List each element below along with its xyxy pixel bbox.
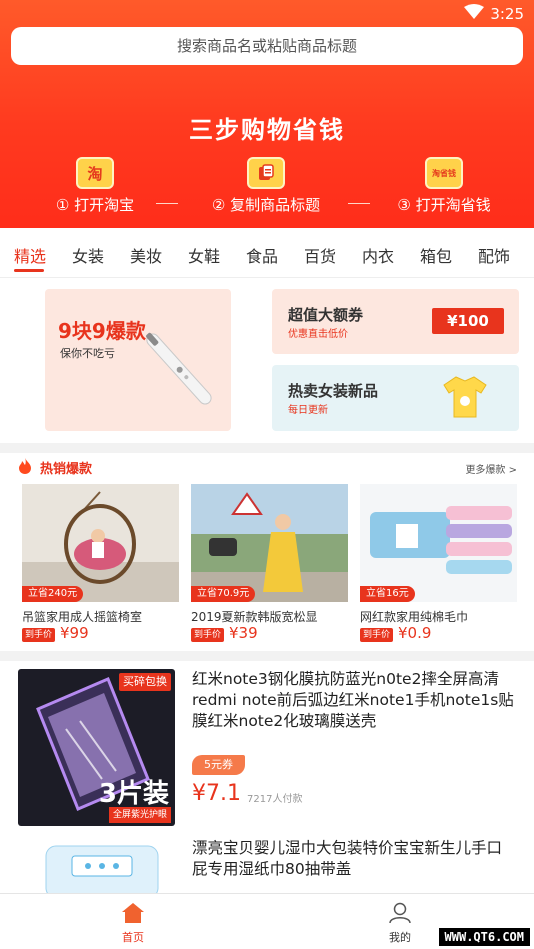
hot-item-price: ¥0.9 — [398, 624, 432, 642]
coupon-badge: ¥100 — [432, 308, 504, 334]
tab-general[interactable]: 百货 — [304, 243, 336, 267]
coupon-badge: 5元券 — [192, 755, 245, 775]
section-divider — [0, 651, 534, 661]
status-bar: 3:25 — [0, 0, 534, 28]
product-image — [18, 838, 175, 893]
step-open-app: 淘省钱 ③ 打开淘省钱 — [364, 157, 524, 215]
promo-subtitle: 保你不吃亏 — [60, 347, 115, 360]
step-label: ③ 打开淘省钱 — [397, 196, 491, 214]
hot-item[interactable]: 立省240元 吊篮家用成人摇篮椅室 到手价 ¥99 — [22, 484, 179, 649]
hot-item-name: 2019夏新款韩版宽松显 — [191, 610, 318, 624]
hot-item-price: ¥39 — [229, 624, 258, 642]
savings-badge: 立省240元 — [22, 586, 84, 602]
more-hot-link[interactable]: 更多爆款 > — [465, 461, 517, 476]
tab-womens-wear[interactable]: 女装 — [72, 243, 104, 267]
section-divider — [0, 443, 534, 453]
product-price: ¥7.1 — [192, 781, 241, 806]
nav-label: 我的 — [389, 931, 411, 944]
hot-item-price: ¥99 — [60, 624, 89, 642]
home-icon — [122, 903, 144, 923]
user-icon — [389, 902, 411, 924]
tab-underwear[interactable]: 内衣 — [362, 243, 394, 267]
watermark: WWW.QT6.COM — [438, 928, 530, 946]
final-price-tag: 到手价 — [191, 628, 225, 642]
nav-mine[interactable]: 我的 — [370, 902, 430, 945]
taobao-icon: 淘 — [76, 157, 114, 189]
hero-slogan: 三步购物省钱 — [189, 116, 345, 144]
category-tabs: 精选 女装 美妆 女鞋 食品 百货 内衣 箱包 配饰 — [0, 228, 534, 278]
product-title: 漂亮宝贝婴儿湿巾大包装特价宝宝新生儿手口屁专用湿纸巾80抽带盖 — [192, 839, 503, 878]
hot-item-name: 吊篮家用成人摇篮椅室 — [22, 610, 143, 624]
final-price-tag: 到手价 — [360, 628, 394, 642]
fire-icon — [19, 458, 31, 474]
image-big-text: 3片装 — [98, 779, 169, 809]
active-tab-indicator — [14, 269, 44, 272]
hot-item-name: 网红款家用纯棉毛巾 — [360, 610, 469, 624]
promo-subtitle: 每日更新 — [288, 405, 328, 416]
wifi-icon — [464, 4, 484, 19]
hot-item-image: 立省240元 — [22, 484, 179, 602]
image-badge: 买碎包换 — [119, 673, 171, 691]
step-open-taobao: 淘 ① 打开淘宝 — [15, 157, 175, 215]
hot-item[interactable]: 立省16元 网红款家用纯棉毛巾 到手价 ¥0.9 — [360, 484, 517, 649]
promo-womens-new[interactable]: 热卖女装新品 每日更新 — [272, 365, 519, 431]
steps-row: 淘 ① 打开淘宝 ② 复制商品标题 淘省钱 ③ 打开淘省钱 — [0, 157, 534, 217]
divider — [156, 203, 178, 204]
product-title: 红米note3钢化膜抗防蓝光n0te2摔全屏高清redmi note前后弧边红米… — [192, 670, 514, 730]
tshirt-image — [443, 376, 487, 418]
hot-item-image: 立省70.9元 — [191, 484, 348, 602]
step-copy-title: ② 复制商品标题 — [186, 157, 346, 215]
savings-badge: 立省70.9元 — [191, 586, 256, 602]
image-small-text: 全屏紫光护眼 — [108, 807, 171, 823]
hot-item[interactable]: 立省70.9元 2019夏新款韩版宽松显 到手价 ¥39 — [191, 484, 348, 649]
hot-item-image: 立省16元 — [360, 484, 517, 602]
nav-home[interactable]: 首页 — [103, 902, 163, 945]
app-logo-icon: 淘省钱 — [425, 157, 463, 189]
product-image: 买碎包换 3片装 全屏紫光护眼 — [18, 669, 175, 826]
step-label: ① 打开淘宝 — [55, 196, 135, 214]
final-price-tag: 到手价 — [22, 628, 56, 642]
savings-badge: 立省16元 — [360, 586, 415, 602]
promo-big-coupon[interactable]: 超值大额券 优惠直击低价 ¥100 — [272, 289, 519, 354]
product-card[interactable]: 漂亮宝贝婴儿湿巾大包装特价宝宝新生儿手口屁专用湿纸巾80抽带盖 — [0, 838, 534, 893]
status-time: 3:25 — [490, 5, 524, 23]
toothbrush-image — [146, 332, 212, 405]
tab-accessories[interactable]: 配饰 — [478, 243, 510, 267]
promo-subtitle: 优惠直击低价 — [288, 329, 348, 340]
sold-count: 7217人付款 — [247, 794, 303, 805]
app-screen: 3:25 搜索商品名或粘贴商品标题 三步购物省钱 淘 ① 打开淘宝 ② 复制商品… — [0, 0, 534, 949]
step-label: ② 复制商品标题 — [211, 196, 321, 214]
hot-section-title: 热销爆款 — [40, 462, 93, 477]
copy-doc-icon — [247, 157, 285, 189]
tab-womens-shoes[interactable]: 女鞋 — [188, 243, 220, 267]
tab-beauty[interactable]: 美妆 — [130, 243, 162, 267]
search-placeholder: 搜索商品名或粘贴商品标题 — [176, 37, 357, 55]
tab-bags[interactable]: 箱包 — [420, 243, 452, 267]
promo-title: 超值大额券 — [288, 306, 364, 324]
tab-featured[interactable]: 精选 — [14, 243, 46, 267]
promo-title: 热卖女装新品 — [288, 382, 379, 400]
hero-banner: 3:25 搜索商品名或粘贴商品标题 三步购物省钱 淘 ① 打开淘宝 ② 复制商品… — [0, 0, 534, 228]
nav-label: 首页 — [122, 931, 144, 944]
product-card[interactable]: 买碎包换 3片装 全屏紫光护眼 红米note3钢化膜抗防蓝光n0te2摔全屏高清… — [0, 669, 534, 834]
search-input[interactable]: 搜索商品名或粘贴商品标题 — [11, 27, 523, 65]
tab-food[interactable]: 食品 — [246, 243, 278, 267]
